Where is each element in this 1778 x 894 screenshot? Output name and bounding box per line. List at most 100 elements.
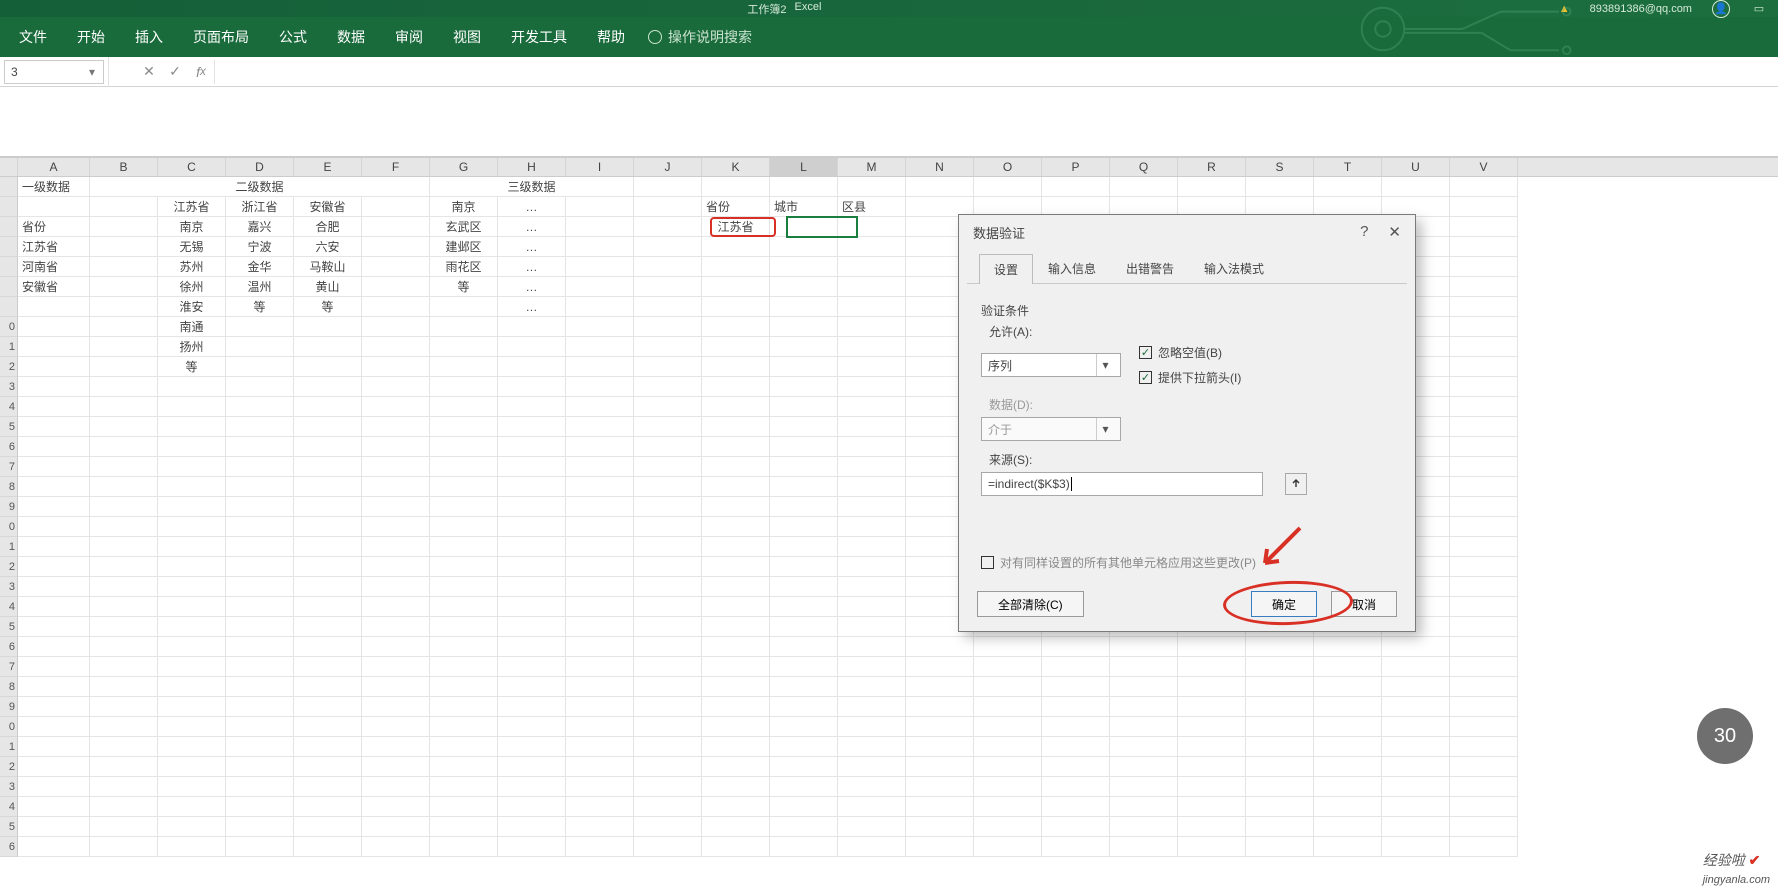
cell[interactable]	[1382, 717, 1450, 737]
cell[interactable]	[90, 737, 158, 757]
cell[interactable]	[1246, 717, 1314, 737]
cell[interactable]	[1450, 617, 1518, 637]
cell[interactable]	[770, 637, 838, 657]
cell[interactable]: 南通	[158, 317, 226, 337]
col-E[interactable]: E	[294, 158, 362, 176]
tab-developer[interactable]: 开发工具	[496, 17, 582, 57]
cell[interactable]	[430, 377, 498, 397]
cell[interactable]	[294, 697, 362, 717]
cell[interactable]	[158, 397, 226, 417]
cell[interactable]	[498, 537, 566, 557]
cell[interactable]	[838, 617, 906, 637]
cell[interactable]	[430, 577, 498, 597]
cell[interactable]: 金华	[226, 257, 294, 277]
cell[interactable]	[158, 597, 226, 617]
col-R[interactable]: R	[1178, 158, 1246, 176]
ignore-blank-checkbox[interactable]: ✓忽略空值(B)	[1139, 344, 1241, 361]
cell[interactable]	[498, 477, 566, 497]
cell[interactable]	[634, 637, 702, 657]
fx-icon[interactable]: fx	[188, 57, 214, 87]
collapse-dialog-icon[interactable]	[1285, 473, 1307, 495]
cell[interactable]	[1178, 637, 1246, 657]
cell[interactable]	[702, 497, 770, 517]
cell[interactable]	[18, 477, 90, 497]
tell-me-search[interactable]: 操作说明搜索	[648, 27, 752, 47]
cell[interactable]	[362, 557, 430, 577]
cell[interactable]	[1450, 397, 1518, 417]
cell[interactable]	[1246, 677, 1314, 697]
cell[interactable]	[226, 457, 294, 477]
cell[interactable]	[430, 557, 498, 577]
cell[interactable]	[158, 777, 226, 797]
cell[interactable]	[1042, 757, 1110, 777]
source-input[interactable]: =indirect($K$3)	[981, 472, 1263, 496]
cell[interactable]	[498, 837, 566, 857]
cell[interactable]	[90, 437, 158, 457]
cell[interactable]	[430, 677, 498, 697]
cell[interactable]	[1246, 637, 1314, 657]
cell[interactable]: …	[498, 277, 566, 297]
cell[interactable]	[906, 797, 974, 817]
cell[interactable]	[974, 777, 1042, 797]
cell[interactable]: 玄武区	[430, 217, 498, 237]
cell[interactable]	[1450, 517, 1518, 537]
cell[interactable]	[838, 737, 906, 757]
col-H[interactable]: H	[498, 158, 566, 176]
cell[interactable]	[566, 697, 634, 717]
cell[interactable]	[1450, 797, 1518, 817]
cell[interactable]	[1314, 797, 1382, 817]
cell[interactable]	[158, 637, 226, 657]
cell[interactable]	[634, 657, 702, 677]
cell[interactable]	[566, 617, 634, 637]
col-N[interactable]: N	[906, 158, 974, 176]
tab-home[interactable]: 开始	[62, 17, 120, 57]
cell[interactable]: 无锡	[158, 237, 226, 257]
cell[interactable]	[906, 777, 974, 797]
grid[interactable]: 012 34567 89012 34567 89012 3456 一级数据 二级…	[0, 177, 1778, 857]
cell[interactable]	[294, 537, 362, 557]
cell[interactable]	[906, 837, 974, 857]
cell[interactable]	[294, 397, 362, 417]
cell[interactable]	[838, 797, 906, 817]
cell[interactable]	[226, 477, 294, 497]
cell[interactable]	[1450, 457, 1518, 477]
cell[interactable]	[498, 637, 566, 657]
cell[interactable]	[702, 437, 770, 457]
cell[interactable]	[158, 677, 226, 697]
cell[interactable]	[566, 577, 634, 597]
cell[interactable]	[294, 777, 362, 797]
select-all-cell[interactable]	[0, 158, 18, 176]
cell[interactable]	[770, 797, 838, 817]
cell[interactable]	[634, 497, 702, 517]
cell[interactable]	[1178, 757, 1246, 777]
cell[interactable]	[770, 537, 838, 557]
cell[interactable]	[158, 517, 226, 537]
cell[interactable]	[18, 457, 90, 477]
cell[interactable]	[498, 437, 566, 457]
cell[interactable]	[1246, 777, 1314, 797]
cell[interactable]	[226, 497, 294, 517]
cell[interactable]	[702, 677, 770, 697]
cell[interactable]	[1042, 657, 1110, 677]
cell[interactable]	[18, 697, 90, 717]
cell[interactable]	[770, 417, 838, 437]
cell[interactable]	[702, 457, 770, 477]
cell[interactable]	[294, 497, 362, 517]
cell[interactable]	[1450, 677, 1518, 697]
cell[interactable]	[1042, 717, 1110, 737]
cell[interactable]	[1382, 697, 1450, 717]
cell[interactable]	[158, 697, 226, 717]
cell[interactable]	[838, 677, 906, 697]
col-M[interactable]: M	[838, 158, 906, 176]
cell[interactable]	[362, 757, 430, 777]
cell[interactable]	[158, 817, 226, 837]
cell[interactable]	[838, 437, 906, 457]
cell[interactable]	[498, 737, 566, 757]
col-Q[interactable]: Q	[1110, 158, 1178, 176]
cell[interactable]	[566, 717, 634, 737]
cell[interactable]	[770, 517, 838, 537]
tab-help[interactable]: 帮助	[582, 17, 640, 57]
cell[interactable]	[838, 477, 906, 497]
cell[interactable]	[294, 377, 362, 397]
cell[interactable]	[226, 397, 294, 417]
